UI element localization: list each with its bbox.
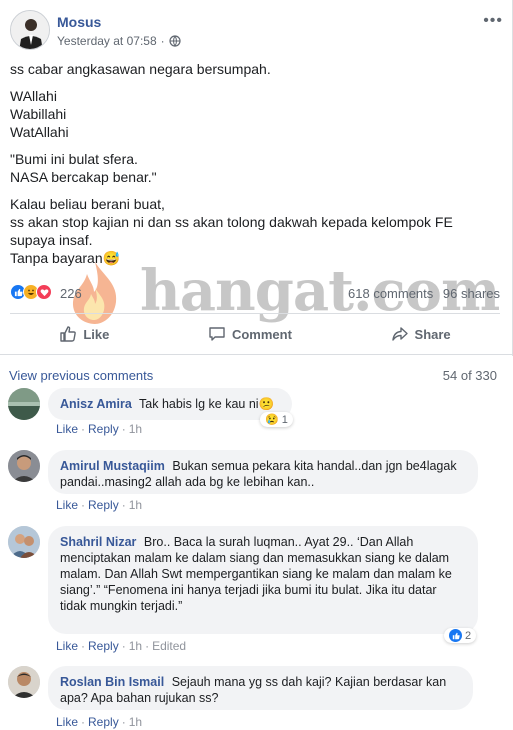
- divider: [10, 313, 500, 314]
- share-icon: [391, 327, 408, 341]
- post-line: WatAllahi: [10, 124, 69, 140]
- comments-page-count: 54 of 330: [442, 368, 497, 383]
- post-header: Mosus Yesterday at 07:58 · •••: [10, 10, 505, 52]
- love-reaction-icon: [36, 284, 52, 300]
- author-name[interactable]: Mosus: [57, 14, 101, 30]
- comment-actions: Like · Reply · 1h · Edited: [56, 639, 187, 653]
- post-quote-block: "Bumi ini bulat sfera. NASA bercakap ben…: [10, 150, 490, 186]
- share-label: Share: [414, 326, 451, 342]
- commenter-avatar[interactable]: [8, 450, 40, 482]
- post-line: NASA bercakap benar.": [10, 169, 157, 185]
- reactions-summary: 226 618 comments 96 shares: [10, 284, 500, 304]
- comment-like-link[interactable]: Like: [56, 498, 78, 512]
- comment-bubble: Amirul Mustaqiim Bukan semua pekara kita…: [48, 450, 478, 494]
- post-actions: Like Comment Share: [10, 320, 500, 348]
- commenter-avatar[interactable]: [8, 526, 40, 558]
- comment-reaction-badge[interactable]: 2: [444, 628, 477, 643]
- comment-bubble: Shahril Nizar Bro.. Baca la surah luqman…: [48, 526, 478, 634]
- comment-item: Shahril Nizar Bro.. Baca la surah luqman…: [8, 526, 508, 656]
- post-line: WAllahi: [10, 88, 57, 104]
- post-bottom-divider: [0, 354, 513, 355]
- author-avatar[interactable]: [10, 10, 50, 50]
- post-oath-block: WAllahi Wabillahi WatAllahi: [10, 87, 490, 141]
- more-options-icon[interactable]: •••: [483, 12, 503, 30]
- commenter-name[interactable]: Anisz Amira: [60, 397, 132, 411]
- comment-time[interactable]: 1h: [129, 715, 142, 729]
- comment-item: Roslan Bin Ismail Sejauh mana yg ss dah …: [8, 666, 508, 730]
- comment-reply-link[interactable]: Reply: [88, 639, 119, 653]
- reaction-count: 2: [465, 629, 472, 642]
- reaction-count: 1: [281, 413, 288, 426]
- engagement-counts: 618 comments 96 shares: [348, 286, 500, 301]
- commenter-avatar[interactable]: [8, 388, 40, 420]
- comment-icon: [209, 327, 225, 341]
- post-line: Kalau beliau berani buat,: [10, 196, 165, 212]
- comment-reaction-badge[interactable]: 😢 1: [260, 412, 293, 427]
- post-line: ss cabar angkasawan negara bersumpah.: [10, 61, 271, 77]
- post-timestamp[interactable]: Yesterday at 07:58: [57, 34, 157, 48]
- comment-bubble: Roslan Bin Ismail Sejauh mana yg ss dah …: [48, 666, 473, 710]
- commenter-name[interactable]: Shahril Nizar: [60, 535, 136, 549]
- comment-like-link[interactable]: Like: [56, 422, 78, 436]
- commenter-name[interactable]: Roslan Bin Ismail: [60, 675, 164, 689]
- comment-time[interactable]: 1h: [129, 639, 142, 653]
- comment-label: Comment: [231, 326, 292, 342]
- comment-like-link[interactable]: Like: [56, 715, 78, 729]
- shares-count[interactable]: 96 shares: [443, 286, 500, 301]
- post-line: Wabillahi: [10, 106, 67, 122]
- commenter-name[interactable]: Amirul Mustaqiim: [60, 459, 165, 473]
- commenter-avatar[interactable]: [8, 666, 40, 698]
- post-challenge-block: Kalau beliau berani buat, ss akan stop k…: [10, 195, 490, 267]
- sad-reaction-icon: 😢: [265, 414, 279, 426]
- post-meta: Yesterday at 07:58 ·: [57, 34, 181, 48]
- comment-reply-link[interactable]: Reply: [88, 715, 119, 729]
- comment-button[interactable]: Comment: [208, 325, 292, 343]
- comment-like-link[interactable]: Like: [56, 639, 78, 653]
- thumbs-up-icon: [60, 326, 77, 342]
- post-body: ss cabar angkasawan negara bersumpah. WA…: [10, 60, 490, 267]
- post-line: "Bumi ini bulat sfera.: [10, 151, 138, 167]
- globe-icon: [169, 35, 181, 47]
- reaction-count[interactable]: 226: [60, 286, 82, 301]
- comment-time[interactable]: 1h: [129, 422, 142, 436]
- comment-actions: Like · Reply · 1h: [56, 715, 143, 729]
- comment-item: Amirul Mustaqiim Bukan semua pekara kita…: [8, 450, 508, 512]
- comments-count[interactable]: 618 comments: [348, 286, 433, 301]
- like-reaction-icon: [449, 629, 462, 642]
- like-button[interactable]: Like: [59, 325, 109, 343]
- like-label: Like: [83, 326, 110, 342]
- comment-text: Tak habis lg ke kau ni😕: [139, 397, 275, 411]
- reaction-icons[interactable]: [10, 284, 52, 300]
- comment-reply-link[interactable]: Reply: [88, 422, 119, 436]
- post-line: ss akan stop kajian ni dan ss akan tolon…: [10, 214, 453, 248]
- comment-reply-link[interactable]: Reply: [88, 498, 119, 512]
- comment-actions: Like · Reply · 1h: [56, 498, 143, 512]
- view-previous-comments-link[interactable]: View previous comments: [9, 368, 153, 383]
- comment-edited-label[interactable]: Edited: [152, 639, 186, 653]
- comment-time[interactable]: 1h: [129, 498, 142, 512]
- comment-bubble: Anisz Amira Tak habis lg ke kau ni😕: [48, 388, 292, 420]
- comment-item: Anisz Amira Tak habis lg ke kau ni😕 😢 1 …: [8, 388, 508, 438]
- post-card: Mosus Yesterday at 07:58 · ••• ss cabar …: [0, 0, 513, 356]
- comment-actions: Like · Reply · 1h: [56, 422, 143, 436]
- separator-dot: ·: [160, 34, 165, 48]
- share-button[interactable]: Share: [391, 325, 451, 343]
